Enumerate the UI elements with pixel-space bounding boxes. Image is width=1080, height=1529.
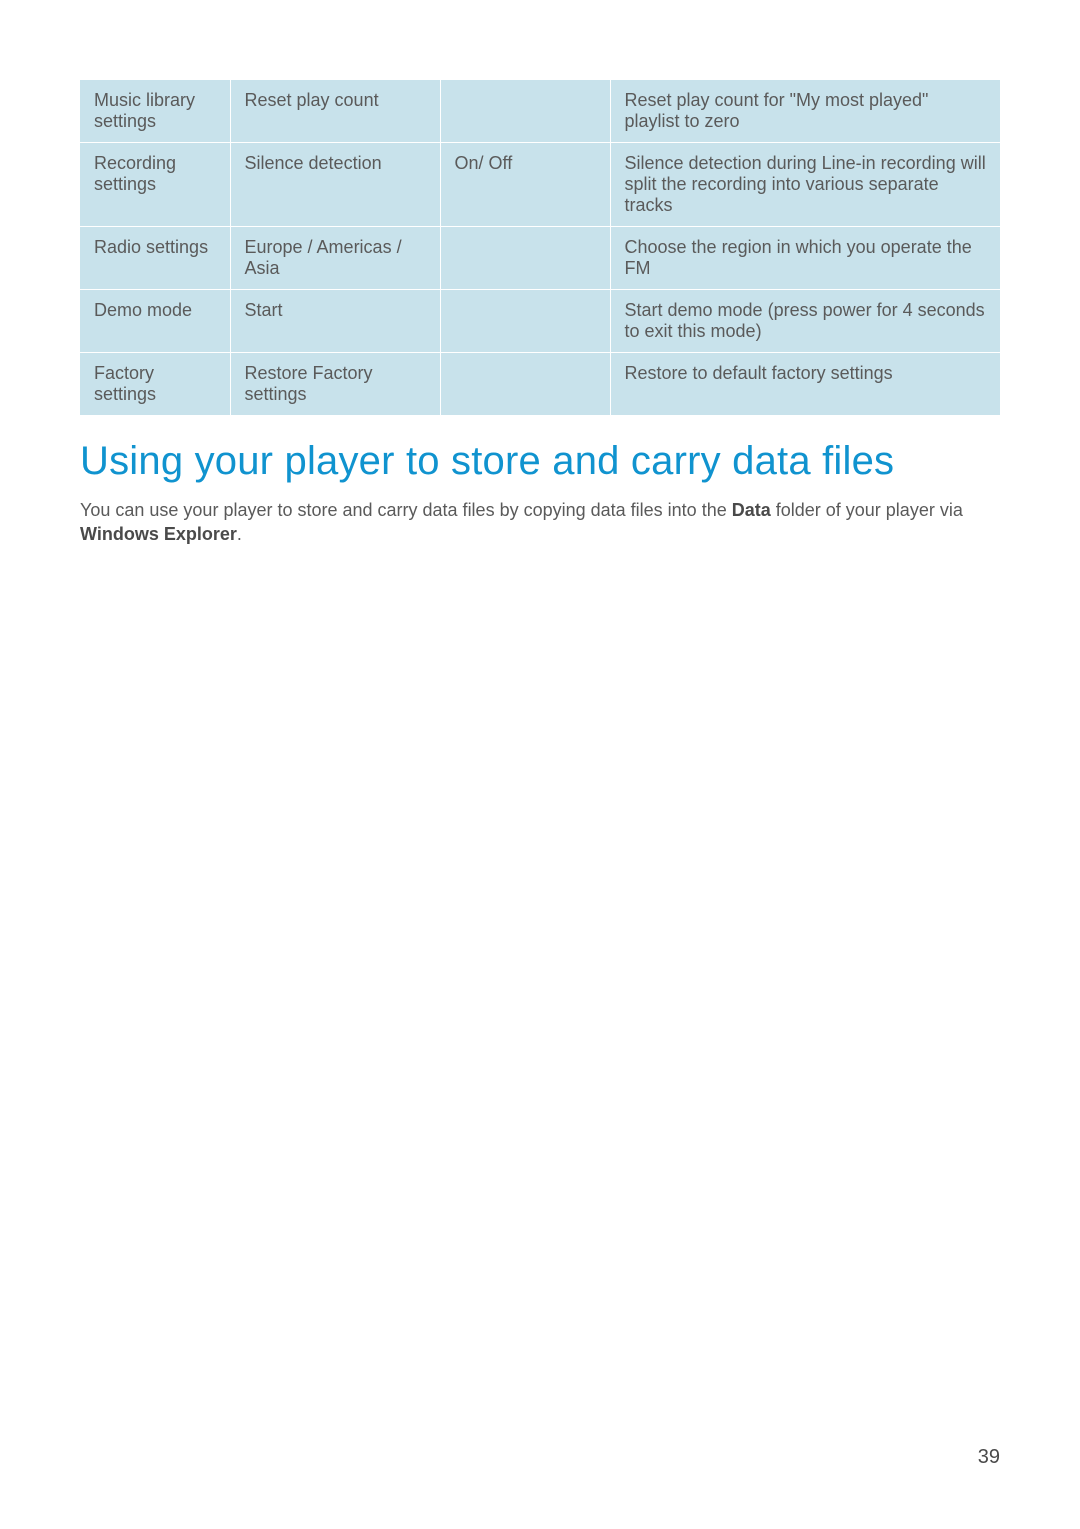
setting-cell: Demo mode — [80, 290, 230, 353]
table-row: Factory settings Restore Factory setting… — [80, 353, 1000, 416]
value-cell — [440, 353, 610, 416]
description-cell: Reset play count for "My most played" pl… — [610, 80, 1000, 143]
value-cell — [440, 290, 610, 353]
settings-table: Music library settings Reset play count … — [80, 80, 1000, 415]
paragraph-text: folder of your player via — [771, 500, 963, 520]
option-cell: Restore Factory settings — [230, 353, 440, 416]
setting-cell: Music library settings — [80, 80, 230, 143]
option-cell: Start — [230, 290, 440, 353]
setting-cell: Factory settings — [80, 353, 230, 416]
table-row: Recording settings Silence detection On/… — [80, 143, 1000, 227]
paragraph-bold: Data — [732, 500, 771, 520]
setting-cell: Radio settings — [80, 227, 230, 290]
paragraph-text: . — [237, 524, 242, 544]
setting-cell: Recording settings — [80, 143, 230, 227]
paragraph-text: You can use your player to store and car… — [80, 500, 732, 520]
value-cell — [440, 80, 610, 143]
table-row: Music library settings Reset play count … — [80, 80, 1000, 143]
value-cell — [440, 227, 610, 290]
description-cell: Restore to default factory settings — [610, 353, 1000, 416]
option-cell: Silence detection — [230, 143, 440, 227]
description-cell: Start demo mode (press power for 4 secon… — [610, 290, 1000, 353]
option-cell: Europe / Americas / Asia — [230, 227, 440, 290]
table-row: Radio settings Europe / Americas / Asia … — [80, 227, 1000, 290]
page-number: 39 — [978, 1446, 1000, 1469]
table-row: Demo mode Start Start demo mode (press p… — [80, 290, 1000, 353]
description-cell: Choose the region in which you operate t… — [610, 227, 1000, 290]
paragraph-bold: Windows Explorer — [80, 524, 237, 544]
description-cell: Silence detection during Line-in recordi… — [610, 143, 1000, 227]
value-cell: On/ Off — [440, 143, 610, 227]
body-paragraph: You can use your player to store and car… — [80, 498, 1000, 547]
option-cell: Reset play count — [230, 80, 440, 143]
section-heading: Using your player to store and carry dat… — [80, 439, 1000, 484]
